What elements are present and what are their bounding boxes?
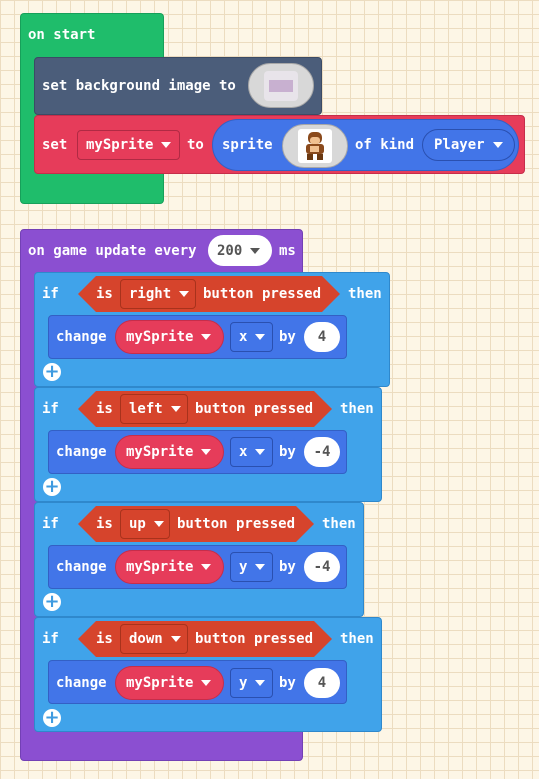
axis-dropdown[interactable]: x bbox=[230, 322, 273, 352]
interval-value: 200 bbox=[217, 242, 243, 259]
interval-unit: ms bbox=[279, 243, 296, 259]
chevron-down-icon bbox=[255, 334, 266, 340]
is-label: is bbox=[96, 516, 113, 532]
by-label: by bbox=[279, 444, 296, 460]
interval-dropdown[interactable]: 200 bbox=[208, 235, 272, 266]
button-dropdown[interactable]: down bbox=[120, 624, 188, 654]
plus-icon[interactable]: + bbox=[43, 593, 61, 611]
is-label: is bbox=[96, 631, 113, 647]
axis-value: y bbox=[239, 559, 248, 575]
change-label: change bbox=[56, 444, 107, 460]
change-label: change bbox=[56, 675, 107, 691]
change-label: change bbox=[56, 559, 107, 575]
is-label: is bbox=[96, 401, 113, 417]
sprite-variable-dropdown[interactable]: mySprite bbox=[77, 130, 180, 160]
chevron-down-icon bbox=[201, 449, 212, 455]
kind-dropdown[interactable]: Player bbox=[422, 129, 515, 161]
on-game-update-label: on game update every bbox=[28, 243, 197, 259]
chevron-down-icon bbox=[201, 334, 212, 340]
by-label: by bbox=[279, 675, 296, 691]
chevron-down-icon bbox=[255, 564, 266, 570]
sprite-variable-name: mySprite bbox=[126, 329, 194, 345]
sprite-variable-name: mySprite bbox=[126, 559, 194, 575]
sprite-variable-dropdown[interactable]: mySprite bbox=[115, 550, 224, 584]
axis-dropdown[interactable]: x bbox=[230, 437, 273, 467]
then-label: then bbox=[348, 286, 382, 302]
axis-value: x bbox=[239, 444, 248, 460]
monkey-sprite-icon bbox=[298, 129, 332, 163]
if-label: if bbox=[42, 401, 59, 417]
button-dropdown[interactable]: up bbox=[120, 509, 170, 539]
chevron-down-icon bbox=[492, 142, 503, 148]
on-start-label: on start bbox=[28, 27, 96, 43]
plus-icon[interactable]: + bbox=[43, 709, 61, 727]
kind-value: Player bbox=[434, 137, 485, 153]
button-pressed-label: button pressed bbox=[177, 516, 296, 532]
chevron-down-icon bbox=[161, 142, 172, 148]
button-pressed-label: button pressed bbox=[195, 401, 314, 417]
value-input[interactable]: -4 bbox=[304, 437, 340, 467]
sprite-variable-name: mySprite bbox=[126, 444, 194, 460]
to-label: to bbox=[187, 137, 204, 153]
set-label: set bbox=[42, 137, 68, 153]
if-label: if bbox=[42, 286, 59, 302]
button-value: right bbox=[129, 286, 172, 302]
axis-value: y bbox=[239, 675, 248, 691]
chevron-down-icon bbox=[250, 247, 261, 254]
chevron-down-icon bbox=[170, 406, 181, 412]
is-label: is bbox=[96, 286, 113, 302]
value-input[interactable]: -4 bbox=[304, 552, 340, 582]
sprite-variable-name: mySprite bbox=[126, 675, 194, 691]
axis-dropdown[interactable]: y bbox=[230, 552, 273, 582]
if-label: if bbox=[42, 631, 59, 647]
chevron-down-icon bbox=[153, 521, 164, 527]
button-value: left bbox=[129, 401, 163, 417]
button-dropdown[interactable]: right bbox=[120, 279, 196, 309]
value-input[interactable]: 4 bbox=[304, 668, 340, 698]
chevron-down-icon bbox=[170, 636, 181, 642]
by-label: by bbox=[279, 329, 296, 345]
plus-icon[interactable]: + bbox=[43, 478, 61, 496]
change-label: change bbox=[56, 329, 107, 345]
sprite-variable-name: mySprite bbox=[86, 137, 154, 153]
button-dropdown[interactable]: left bbox=[120, 394, 188, 424]
then-label: then bbox=[340, 631, 374, 647]
chevron-down-icon bbox=[179, 291, 190, 297]
of-kind-label: of kind bbox=[355, 137, 415, 153]
sprite-variable-dropdown[interactable]: mySprite bbox=[115, 666, 224, 700]
chevron-down-icon bbox=[255, 680, 266, 686]
plus-icon[interactable]: + bbox=[43, 363, 61, 381]
chevron-down-icon bbox=[201, 564, 212, 570]
sprite-variable-dropdown[interactable]: mySprite bbox=[115, 435, 224, 469]
chevron-down-icon bbox=[201, 680, 212, 686]
if-label: if bbox=[42, 516, 59, 532]
then-label: then bbox=[340, 401, 374, 417]
background-image-icon bbox=[264, 71, 298, 101]
by-label: by bbox=[279, 559, 296, 575]
value-input[interactable]: 4 bbox=[304, 322, 340, 352]
button-value: down bbox=[129, 631, 163, 647]
axis-value: x bbox=[239, 329, 248, 345]
button-pressed-label: button pressed bbox=[195, 631, 314, 647]
chevron-down-icon bbox=[255, 449, 266, 455]
axis-dropdown[interactable]: y bbox=[230, 668, 273, 698]
sprite-variable-dropdown[interactable]: mySprite bbox=[115, 320, 224, 354]
sprite-label: sprite bbox=[222, 137, 273, 153]
set-background-label: set background image to bbox=[42, 78, 236, 94]
button-pressed-label: button pressed bbox=[203, 286, 322, 302]
then-label: then bbox=[322, 516, 356, 532]
button-value: up bbox=[129, 516, 146, 532]
